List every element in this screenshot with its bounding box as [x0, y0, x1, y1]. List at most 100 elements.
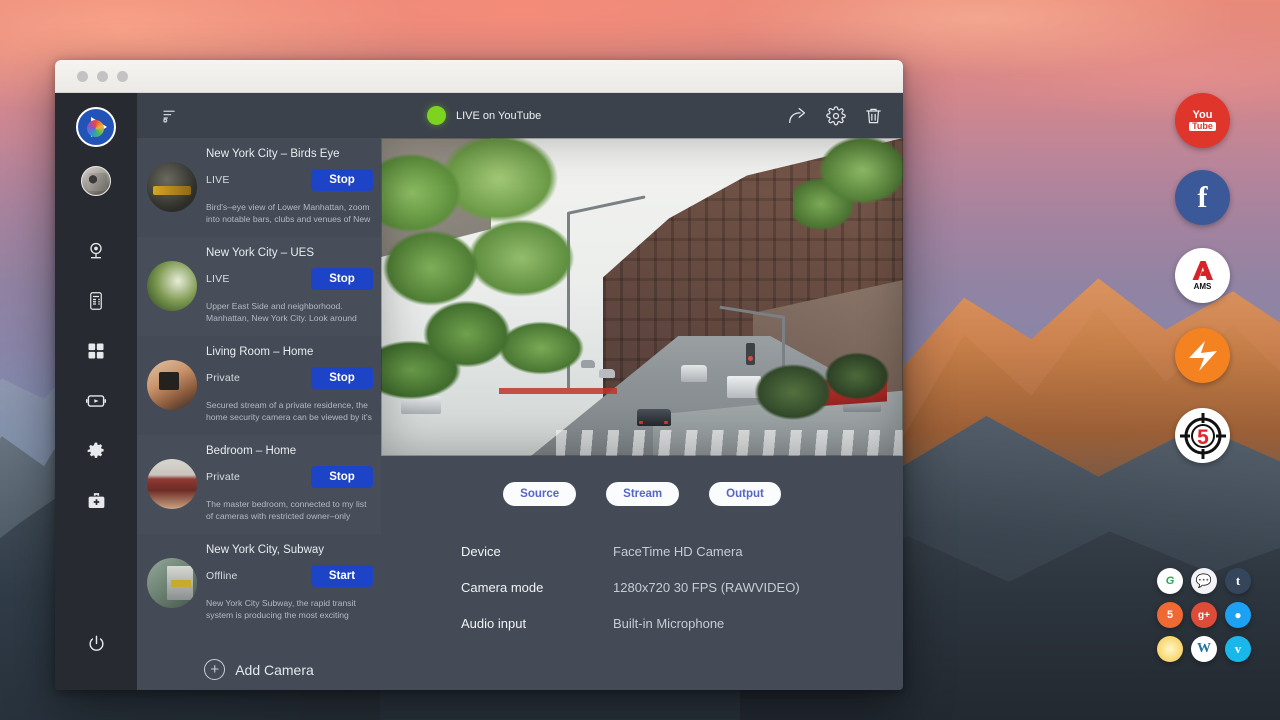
channel5-shortcut[interactable]: 5: [1175, 408, 1230, 463]
camera-list[interactable]: New York City – Birds Eye LIVE Stop Bird…: [137, 138, 381, 690]
camera-thumbnail: [147, 261, 197, 311]
camera-title: New York City, Subway: [206, 544, 373, 556]
camera-thumbnail: [147, 162, 197, 212]
camera-status: Private: [206, 471, 240, 483]
app-window: New York City – Birds Eye LIVE Stop Bird…: [55, 60, 903, 690]
filter-sort-icon[interactable]: [161, 107, 178, 124]
webcam-icon: [86, 241, 106, 261]
camera-thumbnail: [147, 360, 197, 410]
camera-action-button[interactable]: Start: [311, 565, 373, 587]
camera-description: New York City Subway, the rapid transit …: [206, 597, 373, 623]
facebook-shortcut[interactable]: f: [1175, 170, 1230, 225]
crosshair-5-icon: 5: [1178, 411, 1228, 461]
twitter-shortcut[interactable]: ●: [1225, 602, 1251, 628]
camera-description: Secured stream of a private residence, t…: [206, 399, 373, 425]
camera-status: Private: [206, 372, 240, 384]
live-status: LIVE on YouTube: [427, 106, 541, 125]
camera-thumbnail: [147, 558, 197, 608]
preview-vignette: [381, 138, 903, 456]
window-titlebar: [55, 60, 903, 93]
detail-value[interactable]: FaceTime HD Camera: [613, 544, 743, 559]
detail-label: Device: [461, 544, 613, 559]
tab-stream[interactable]: Stream: [606, 482, 679, 506]
camera-action-button[interactable]: Stop: [311, 466, 373, 488]
ams-label: AMS: [1194, 282, 1212, 291]
main-column: LIVE on YouTube: [381, 93, 903, 690]
sidebar-item-devices[interactable]: [71, 276, 121, 326]
camera-status: Offline: [206, 570, 238, 582]
camera-thumbnail: [147, 459, 197, 509]
header-actions: [787, 106, 883, 126]
add-camera-label: Add Camera: [235, 662, 314, 678]
first-aid-kit-icon: [86, 491, 107, 511]
window-maximize-button[interactable]: [117, 71, 128, 82]
sidebar-item-settings[interactable]: [71, 426, 121, 476]
add-camera-button[interactable]: + Add Camera: [137, 633, 381, 680]
tab-output[interactable]: Output: [709, 482, 781, 506]
details-panel: Source Stream Output Device FaceTime HD …: [381, 456, 903, 690]
wowza-shortcut[interactable]: [1175, 328, 1230, 383]
camera-action-button[interactable]: Stop: [311, 268, 373, 290]
camera-list-column: New York City – Birds Eye LIVE Stop Bird…: [137, 93, 381, 690]
delete-button[interactable]: [864, 106, 883, 126]
sun-shortcut[interactable]: [1157, 636, 1183, 662]
list-item[interactable]: New York City – Birds Eye LIVE Stop Bird…: [137, 138, 381, 237]
wordpress-shortcut[interactable]: W: [1191, 636, 1217, 662]
camera-status: LIVE: [206, 174, 230, 186]
detail-row-camera-mode: Camera mode 1280x720 30 FPS (RAWVIDEO): [381, 580, 903, 616]
youtube-tube-text: Tube: [1189, 122, 1216, 131]
camera-action-button[interactable]: Stop: [311, 169, 373, 191]
gear-icon: [826, 106, 846, 126]
window-minimize-button[interactable]: [97, 71, 108, 82]
app-logo[interactable]: [76, 107, 116, 147]
avatar[interactable]: [81, 166, 111, 196]
list-item[interactable]: New York City – UES LIVE Stop Upper East…: [137, 237, 381, 336]
twitch-shortcut[interactable]: 💬: [1191, 568, 1217, 594]
vimeo-shortcut[interactable]: v: [1225, 636, 1251, 662]
sidebar-item-diagnostics[interactable]: [71, 476, 121, 526]
detail-row-device: Device FaceTime HD Camera: [381, 544, 903, 580]
plus-circle-icon: +: [204, 659, 225, 680]
sidebar-item-dashboard[interactable]: [71, 326, 121, 376]
camera-description: The master bedroom, connected to my list…: [206, 498, 373, 524]
desktop: New York City – Birds Eye LIVE Stop Bird…: [0, 0, 1280, 720]
sidebar-rail: [55, 93, 137, 690]
share-button[interactable]: [787, 106, 808, 125]
list-item[interactable]: Living Room – Home Private Stop Secured …: [137, 336, 381, 435]
svg-text:5: 5: [1197, 426, 1209, 449]
tab-source[interactable]: Source: [503, 482, 576, 506]
sidebar-item-recordings[interactable]: [71, 376, 121, 426]
camera-description: Upper East Side and neighborhood. Manhat…: [206, 300, 373, 326]
live-status-label: LIVE on YouTube: [456, 110, 541, 122]
mobile-device-icon: [87, 291, 105, 311]
camera-title: New York City – Birds Eye: [206, 148, 373, 160]
camera-description: Bird's–eye view of Lower Manhattan, zoom…: [206, 201, 373, 227]
five-shortcut[interactable]: 5: [1157, 602, 1183, 628]
details-tabs: Source Stream Output: [381, 482, 903, 506]
camera-title: Bedroom – Home: [206, 445, 373, 457]
window-close-button[interactable]: [77, 71, 88, 82]
sidebar-item-power[interactable]: [71, 618, 121, 668]
video-preview[interactable]: [381, 138, 903, 456]
list-item[interactable]: New York City, Subway Offline Start New …: [137, 534, 381, 633]
live-indicator-dot: [427, 106, 446, 125]
detail-value[interactable]: 1280x720 30 FPS (RAWVIDEO): [613, 580, 800, 595]
youtube-you-text: You: [1193, 110, 1213, 122]
tumblr-shortcut[interactable]: t: [1225, 568, 1251, 594]
logo-swirl: [87, 120, 104, 137]
list-item[interactable]: Bedroom – Home Private Stop The master b…: [137, 435, 381, 534]
gear-icon: [86, 441, 106, 461]
settings-button[interactable]: [826, 106, 846, 126]
camera-action-button[interactable]: Stop: [311, 367, 373, 389]
sidebar-item-camera-sources[interactable]: [71, 226, 121, 276]
share-arrow-icon: [787, 106, 808, 125]
camera-status: LIVE: [206, 273, 230, 285]
camera-list-header: [137, 93, 381, 138]
power-icon: [87, 634, 106, 653]
youtube-shortcut[interactable]: You Tube: [1175, 93, 1230, 148]
detail-value[interactable]: Built-in Microphone: [613, 616, 724, 631]
gplus-shortcut[interactable]: g+: [1191, 602, 1217, 628]
camera-title: Living Room – Home: [206, 346, 373, 358]
groovy-shortcut[interactable]: G: [1157, 568, 1183, 594]
adobe-ams-shortcut[interactable]: AMS: [1175, 248, 1230, 303]
